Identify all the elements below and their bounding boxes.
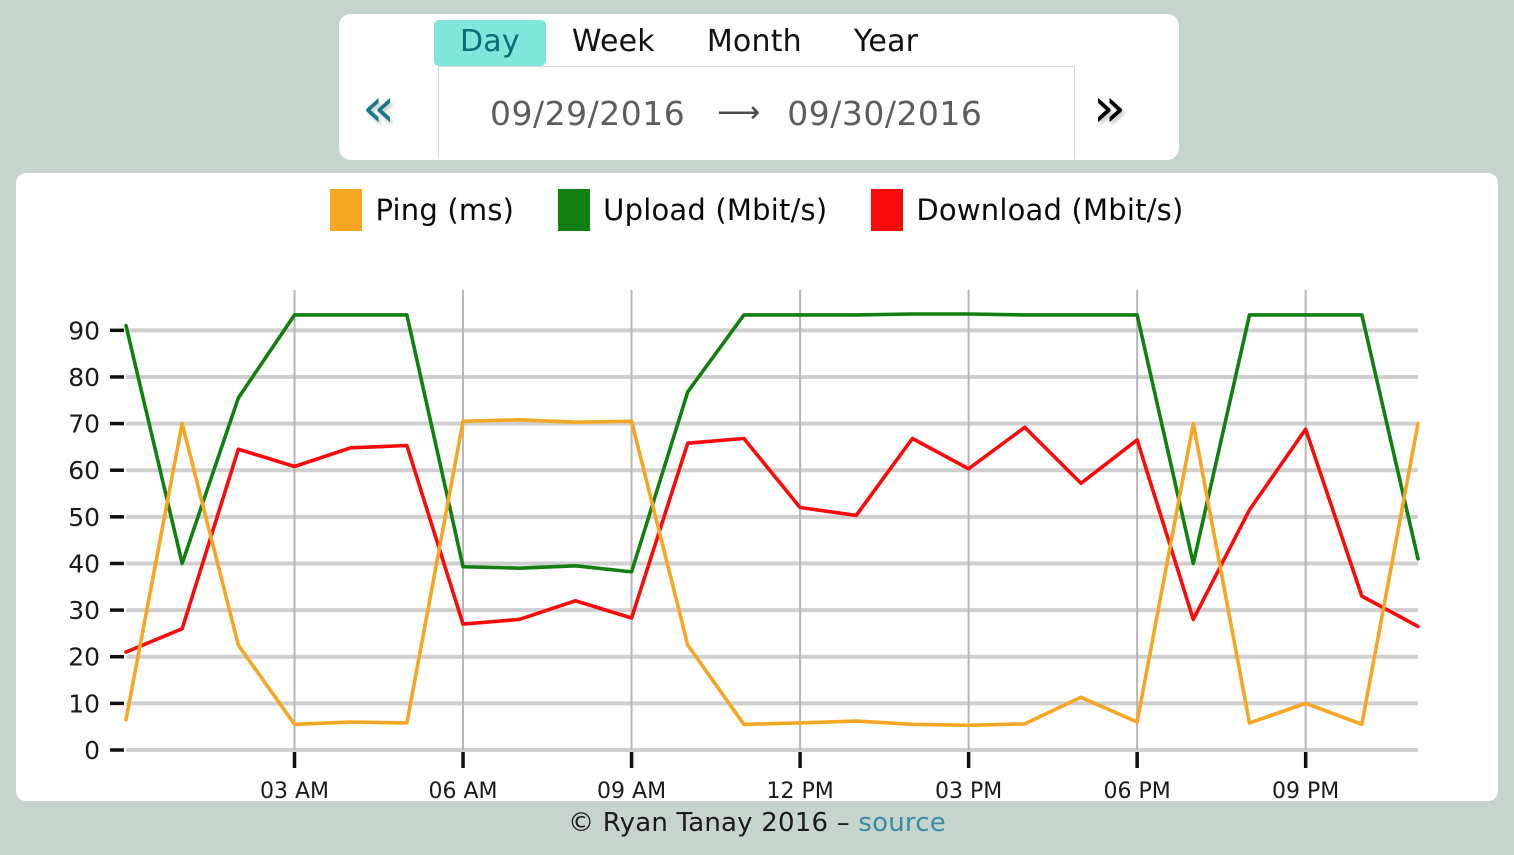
series-line-ping: [124, 418, 1420, 728]
y-tick-label: 80: [68, 363, 100, 392]
chart-card: Ping (ms) Upload (Mbit/s) Download (Mbit…: [16, 173, 1498, 801]
y-tick-label: 10: [68, 689, 100, 718]
y-tick-label: 50: [68, 503, 100, 532]
date-range-field[interactable]: 09/29/2016 ⟶ 09/30/2016: [438, 66, 1075, 159]
y-tick-label: 60: [68, 456, 100, 485]
tab-week[interactable]: Week: [546, 20, 681, 66]
page-footer: © Ryan Tanay 2016 – source: [0, 808, 1514, 838]
x-tick-label: 06 PM: [1104, 779, 1171, 801]
date-start-value[interactable]: 09/29/2016: [490, 94, 685, 133]
date-control-bar: Day Week Month Year « 09/29/2016 ⟶ 09/30…: [339, 14, 1179, 160]
y-tick-label: 40: [68, 549, 100, 578]
x-tick-label: 03 AM: [260, 779, 329, 801]
plot-area: 0 10 20 30 40 50 60 70 80 90 03 AM 06 AM 09 AM 12 PM 0…: [16, 173, 1498, 801]
x-tick-label: 09 AM: [597, 779, 666, 801]
arrow-right-icon: ⟶: [717, 95, 761, 130]
y-tick-label: 0: [84, 736, 100, 765]
date-end-value[interactable]: 09/30/2016: [787, 94, 982, 133]
y-tick-label: 70: [68, 410, 100, 439]
y-tick-label: 20: [68, 643, 100, 672]
tab-month[interactable]: Month: [681, 20, 828, 66]
source-link[interactable]: source: [858, 808, 946, 838]
series-line-upload: [124, 312, 1420, 574]
x-tick-label: 06 AM: [429, 779, 498, 801]
tab-year[interactable]: Year: [828, 20, 944, 66]
y-tick-label: 90: [68, 316, 100, 345]
copyright-text: © Ryan Tanay 2016 –: [568, 808, 859, 838]
x-tick-label: 09 PM: [1272, 779, 1339, 801]
series-line-download: [124, 425, 1420, 654]
x-tick-label: 12 PM: [766, 779, 833, 801]
x-tick-label: 03 PM: [935, 779, 1002, 801]
double-chevron-right-icon[interactable]: »: [1093, 81, 1126, 135]
timeseries-line-chart: 0 10 20 30 40 50 60 70 80 90 03 AM 06 AM 09 AM 12 PM 0…: [68, 290, 1420, 801]
tab-day[interactable]: Day: [434, 20, 546, 66]
y-tick-label: 30: [68, 596, 100, 625]
double-chevron-left-icon[interactable]: «: [362, 81, 395, 135]
period-tab-group: Day Week Month Year: [434, 19, 944, 67]
